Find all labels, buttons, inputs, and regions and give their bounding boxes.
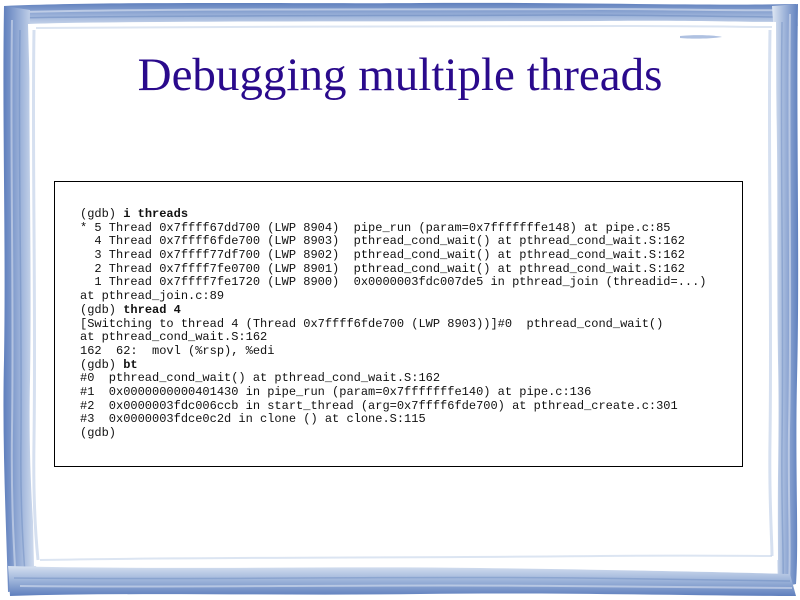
gdb-line-text: 2 Thread 0x7ffff7fe0700 (LWP 8901) pthre… — [80, 261, 685, 276]
gdb-line-text: 4 Thread 0x7ffff6fde700 (LWP 8903) pthre… — [80, 234, 685, 249]
gdb-line-text: 162 62: movl (%rsp), %edi — [80, 343, 275, 358]
gdb-output-box: (gdb) i threads * 5 Thread 0x7ffff67dd700… — [54, 181, 743, 467]
gdb-line: at pthread_cond_wait.S:162 — [80, 330, 707, 345]
gdb-line-text: at pthread_cond_wait.S:162 — [80, 330, 268, 345]
gdb-line-text: [Switching to thread 4 (Thread 0x7ffff6f… — [80, 316, 664, 331]
gdb-line: #3 0x0000003fdce0c2d in clone () at clon… — [80, 412, 707, 427]
gdb-line: #2 0x0000003fdc006ccb in start_thread (a… — [80, 398, 707, 414]
gdb-session-text: (gdb) i threads * 5 Thread 0x7ffff67dd700… — [80, 207, 707, 441]
gdb-line-text: (gdb) — [80, 357, 124, 372]
gdb-line-text: (gdb) — [80, 207, 124, 221]
gdb-line: #1 0x0000000000401430 in pipe_run (param… — [80, 384, 707, 400]
gdb-line-text: * 5 Thread 0x7ffff67dd700 (LWP 8904) pip… — [80, 220, 671, 235]
gdb-command: thread 4 — [123, 302, 181, 317]
gdb-line: 1 Thread 0x7ffff7fe1720 (LWP 8900) 0x000… — [80, 275, 707, 290]
gdb-line: (gdb) thread 4 — [80, 302, 707, 318]
gdb-line-text: (gdb) — [80, 302, 124, 317]
gdb-line: 4 Thread 0x7ffff6fde700 (LWP 8903) pthre… — [80, 235, 707, 249]
gdb-line-text: #2 0x0000003fdc006ccb in start_thread (a… — [80, 398, 678, 413]
gdb-line: (gdb) — [80, 426, 707, 441]
gdb-line: #0 pthread_cond_wait() at pthread_cond_w… — [80, 371, 707, 386]
gdb-line: 162 62: movl (%rsp), %edi — [80, 343, 707, 359]
gdb-line: (gdb) i threads — [80, 207, 707, 222]
gdb-line: (gdb) bt — [80, 357, 707, 373]
gdb-line: 3 Thread 0x7ffff77df700 (LWP 8902) pthre… — [80, 248, 707, 263]
gdb-line-text: #3 0x0000003fdce0c2d in clone () at clon… — [80, 412, 426, 427]
slide-title: Debugging multiple threads — [137, 49, 663, 101]
gdb-command: bt — [123, 357, 138, 372]
gdb-line: [Switching to thread 4 (Thread 0x7ffff6f… — [80, 316, 707, 332]
gdb-line-text: #1 0x0000000000401430 in pipe_run (param… — [80, 384, 592, 399]
gdb-line: at pthread_join.c:89 — [80, 289, 707, 304]
gdb-line-text: at pthread_join.c:89 — [80, 289, 225, 304]
gdb-line: * 5 Thread 0x7ffff67dd700 (LWP 8904) pip… — [80, 220, 707, 236]
gdb-command: i threads — [123, 207, 189, 221]
gdb-line-text: (gdb) — [80, 426, 117, 440]
gdb-line: 2 Thread 0x7ffff7fe0700 (LWP 8901) pthre… — [80, 261, 707, 277]
gdb-line-text: #0 pthread_cond_wait() at pthread_cond_w… — [80, 371, 441, 386]
gdb-line-text: 1 Thread 0x7ffff7fe1720 (LWP 8900) 0x000… — [80, 275, 707, 290]
slide: Debugging multiple threads (gdb) i threa… — [0, 0, 800, 600]
gdb-line-text: 3 Thread 0x7ffff77df700 (LWP 8902) pthre… — [80, 248, 685, 263]
